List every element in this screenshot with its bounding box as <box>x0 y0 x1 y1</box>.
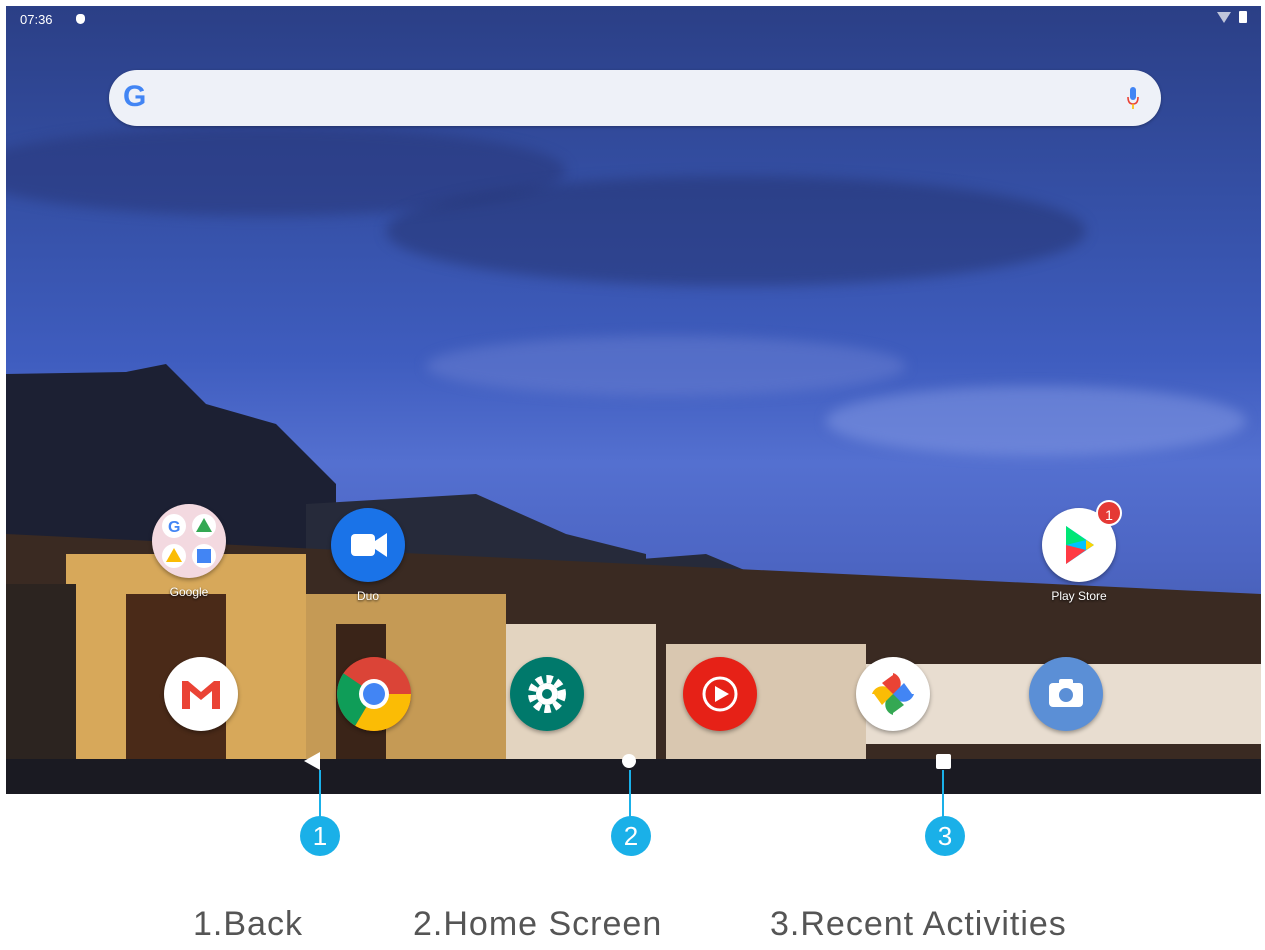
photos-icon <box>856 657 930 731</box>
google-folder-icon: G <box>152 504 226 578</box>
back-icon[interactable] <box>304 752 320 770</box>
app-camera[interactable] <box>1021 657 1111 731</box>
callout-number: 3 <box>925 816 965 856</box>
battery-icon <box>1239 11 1247 23</box>
app-youtube-music[interactable] <box>675 657 765 731</box>
callout-number: 2 <box>611 816 651 856</box>
caption-recent: 3.Recent Activities <box>770 905 1067 943</box>
notification-icon <box>76 14 85 24</box>
status-time: 07:36 <box>20 12 53 27</box>
tablet-screen: 07:36 G G Google Duo 1 Play Store <box>6 6 1261 794</box>
recent-apps-icon[interactable] <box>936 754 951 769</box>
caption-back: 1.Back <box>193 905 303 943</box>
mic-icon[interactable] <box>1127 86 1139 110</box>
callout-line <box>629 770 631 818</box>
app-photos[interactable] <box>848 657 938 731</box>
home-icon[interactable] <box>622 754 636 768</box>
svg-text:G: G <box>168 519 180 536</box>
app-gmail[interactable] <box>156 657 246 731</box>
app-settings[interactable] <box>502 657 592 731</box>
wifi-icon <box>1217 11 1231 23</box>
app-label: Duo <box>356 589 379 603</box>
settings-icon <box>510 657 584 731</box>
callout-line <box>319 770 321 818</box>
app-label: Play Store <box>1051 589 1107 603</box>
notification-badge: 1 <box>1096 500 1122 526</box>
camera-icon <box>1029 657 1103 731</box>
status-bar: 07:36 <box>6 6 1261 34</box>
youtube-music-icon <box>683 657 757 731</box>
cloud <box>386 176 1086 286</box>
callout-line <box>942 770 944 818</box>
app-label: Google <box>169 585 209 599</box>
app-duo[interactable]: Duo <box>323 508 413 603</box>
caption-home: 2.Home Screen <box>413 905 663 943</box>
app-play-store[interactable]: 1 Play Store <box>1034 500 1124 603</box>
gmail-icon <box>164 657 238 731</box>
google-g-icon: G <box>123 80 147 113</box>
duo-icon <box>331 508 405 582</box>
app-google-folder[interactable]: G Google <box>144 504 234 599</box>
chrome-icon <box>337 657 411 731</box>
app-chrome[interactable] <box>329 657 419 731</box>
callout-number: 1 <box>300 816 340 856</box>
google-search-bar[interactable]: G <box>109 70 1161 126</box>
status-icons <box>1217 11 1247 23</box>
